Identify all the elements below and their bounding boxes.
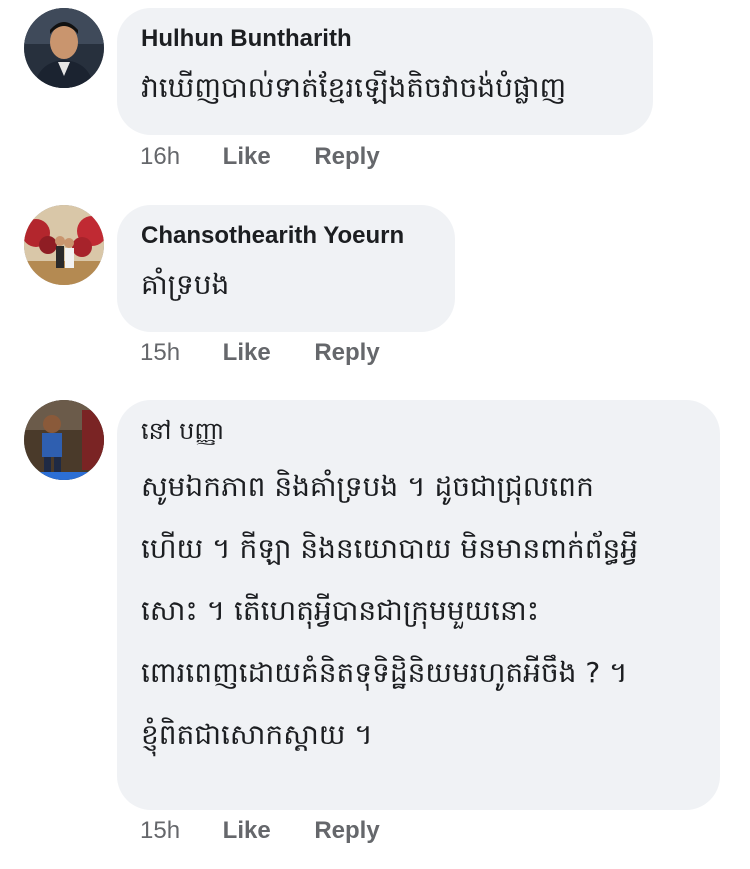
like-button[interactable]: Like — [223, 142, 308, 172]
comment-time: 16h — [140, 143, 181, 170]
comment-text: គាំទ្របង — [141, 268, 230, 301]
comment-author[interactable]: Chansothearith Yoeurn — [141, 221, 431, 251]
comment-text: សូមឯកភាព និងគាំទ្របង ។ ដូចជាជ្រុលពេក ហើយ… — [141, 456, 696, 766]
reply-button[interactable]: Reply — [314, 816, 379, 846]
avatar[interactable] — [24, 205, 104, 285]
avatar-photo-couple-flowers-icon — [24, 205, 104, 285]
avatar[interactable] — [24, 400, 104, 480]
comment-bubble: Chansothearith Yoeurn គាំទ្របង — [117, 205, 455, 332]
comment-time: 15h — [140, 339, 181, 366]
comment-bubble: Hulhun Buntharith វាឃើញបាល់ទាត់ខ្មែរឡើងត… — [117, 8, 653, 135]
comment-author[interactable]: Hulhun Buntharith — [141, 24, 629, 54]
like-button[interactable]: Like — [223, 816, 308, 846]
comment-actions: 16h Like Reply — [140, 142, 380, 172]
avatar-photo-man-icon — [24, 8, 104, 88]
comment-bubble: នៅ បញ្ញា សូមឯកភាព និងគាំទ្របង ។ ដូចជាជ្រ… — [117, 400, 720, 810]
comment-actions: 15h Like Reply — [140, 338, 380, 368]
comment-text: វាឃើញបាល់ទាត់ខ្មែរឡើងតិចវាចង់បំផ្លាញ — [141, 71, 567, 104]
comment-author[interactable]: នៅ បញ្ញា — [141, 414, 696, 448]
comment-text-line: ពោរពេញដោយគំនិតទុទិដ្ឋិនិយមរហូតអីចឹង ? ។ — [141, 656, 628, 689]
avatar[interactable] — [24, 8, 104, 88]
comment-text-line: សោះ ។ តើហេតុអ្វីបានជាក្រុមមួយនោះ — [141, 594, 540, 627]
reply-button[interactable]: Reply — [314, 142, 379, 172]
comment-text-line: ហើយ ។ កីឡា និងនយោបាយ មិនមានពាក់ព័ន្ធអ្វី — [141, 532, 639, 565]
comment-text-line: សូមឯកភាព និងគាំទ្របង ។ ដូចជាជ្រុលពេក — [141, 470, 594, 503]
comment-text-line: ខ្ញុំពិតជាសោកស្ដាយ ។ — [141, 718, 373, 751]
comment-time: 15h — [140, 817, 181, 844]
comment-actions: 15h Like Reply — [140, 816, 380, 846]
like-button[interactable]: Like — [223, 338, 308, 368]
reply-button[interactable]: Reply — [314, 338, 379, 368]
avatar-photo-child-icon — [24, 400, 104, 480]
